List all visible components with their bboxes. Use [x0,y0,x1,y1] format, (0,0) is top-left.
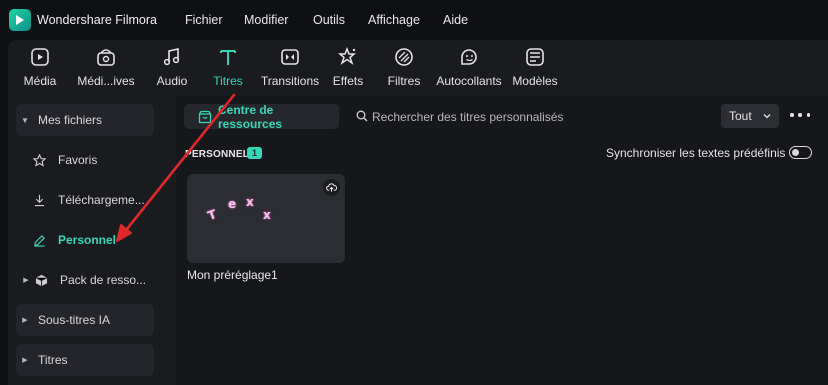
sidebar-item-label: Sous-titres IA [38,313,111,327]
sidebar-item-label: Mes fichiers [38,113,103,127]
sync-presets-toggle[interactable] [789,146,812,159]
tab-titles[interactable]: Titres [210,46,246,92]
filmora-logo-icon [9,9,31,31]
cloud-upload-icon[interactable] [323,179,340,196]
tab-templates-label: Modèles [512,74,558,88]
sidebar-item-resource-pack[interactable]: ▶ Pack de resso... [16,264,154,296]
tab-transitions-label: Transitions [260,74,320,88]
tab-media-label: Média [23,74,57,88]
download-icon [30,194,48,207]
main-panel: Média Médi...ives Audio Titres Transitio… [8,40,828,385]
stock-media-icon [95,46,117,68]
more-dot-icon [806,113,810,117]
more-dot-icon [790,113,794,117]
package-icon [32,274,50,287]
tab-stock-media[interactable]: Médi...ives [77,46,135,92]
sidebar-item-label: Titres [38,353,68,367]
tab-effects[interactable]: Effets [330,46,366,92]
menu-fichier[interactable]: Fichier [185,13,223,27]
preview-glyph: T [205,207,219,223]
menu-modifier[interactable]: Modifier [244,13,288,27]
tab-media[interactable]: Média [22,46,58,92]
section-count-badge: 1 [247,147,262,159]
tab-stickers[interactable]: Autocollants [436,46,502,92]
more-options-button[interactable] [790,108,810,122]
sidebar-item-personal[interactable]: Personnel [16,224,154,256]
title-bar: Wondershare Filmora Fichier Modifier Out… [0,0,828,40]
search-input[interactable] [372,106,702,128]
tab-effects-label: Effets [332,74,364,88]
audio-icon [161,46,183,68]
preview-glyph: x [246,195,254,209]
caret-right-icon: ▶ [23,277,29,284]
filter-selected-value: Tout [729,109,752,123]
section-title: PERSONNEL [185,149,250,160]
effects-icon [337,46,359,68]
star-icon [30,153,48,167]
title-preset-name: Mon préréglage1 [187,268,278,282]
tab-audio[interactable]: Audio [154,46,190,92]
sidebar-item-ai-subtitles[interactable]: ▶ Sous-titres IA [16,304,154,336]
tab-transitions[interactable]: Transitions [258,46,322,92]
tab-templates[interactable]: Modèles [511,46,559,92]
sidebar-item-favorites[interactable]: Favoris [16,144,154,176]
sidebar-item-label: Téléchargeme... [58,193,145,207]
menu-affichage[interactable]: Affichage [368,13,420,27]
preview-glyph: x [263,208,271,222]
sidebar-item-label: Personnel [58,233,117,247]
more-dot-icon [798,113,802,117]
chevron-down-icon [762,110,772,124]
sidebar-item-my-files[interactable]: ▼ Mes fichiers [16,104,154,136]
toggle-knob [792,148,799,156]
tab-stickers-label: Autocollants [436,74,502,88]
menu-aide[interactable]: Aide [443,13,468,27]
menu-outils[interactable]: Outils [313,13,345,27]
title-preset-card[interactable]: T e x x [187,174,345,263]
resource-center-label: Centre de ressources [218,102,283,131]
transitions-icon [279,46,301,68]
templates-icon [524,46,546,68]
filters-icon [393,46,415,68]
pencil-icon [30,234,48,247]
resource-center-button[interactable]: Centre de ressources [184,102,339,131]
tab-titles-label: Titres [213,74,243,88]
caret-down-icon: ▼ [21,115,29,125]
caret-right-icon: ▶ [22,317,28,324]
sidebar-item-downloads[interactable]: Téléchargeme... [16,184,154,216]
media-icon [29,46,51,68]
tab-filters-label: Filtres [387,74,421,88]
filter-select[interactable]: Tout [721,104,779,128]
sidebar-item-label: Favoris [58,153,98,167]
sync-presets-label: Synchroniser les textes prédéfinis [606,146,786,160]
stickers-icon [458,46,480,68]
tab-stock-media-label: Médi...ives [77,74,135,88]
caret-right-icon: ▶ [22,357,28,364]
sidebar-item-titles[interactable]: ▶ Titres [16,344,154,376]
titles-icon [217,46,239,68]
tab-audio-label: Audio [156,74,188,88]
store-icon [198,110,212,124]
app-title: Wondershare Filmora [37,13,157,27]
asset-toolbar: Média Médi...ives Audio Titres Transitio… [8,40,828,94]
sidebar-item-label: Pack de resso... [60,273,147,287]
tab-filters[interactable]: Filtres [386,46,422,92]
search-icon [356,110,368,125]
sidebar: ▼ Mes fichiers Favoris Téléchargeme... P… [8,96,176,385]
preview-glyph: e [228,197,237,211]
content-area: Centre de ressources Tout PERSONNEL 1 Sy… [176,96,828,385]
